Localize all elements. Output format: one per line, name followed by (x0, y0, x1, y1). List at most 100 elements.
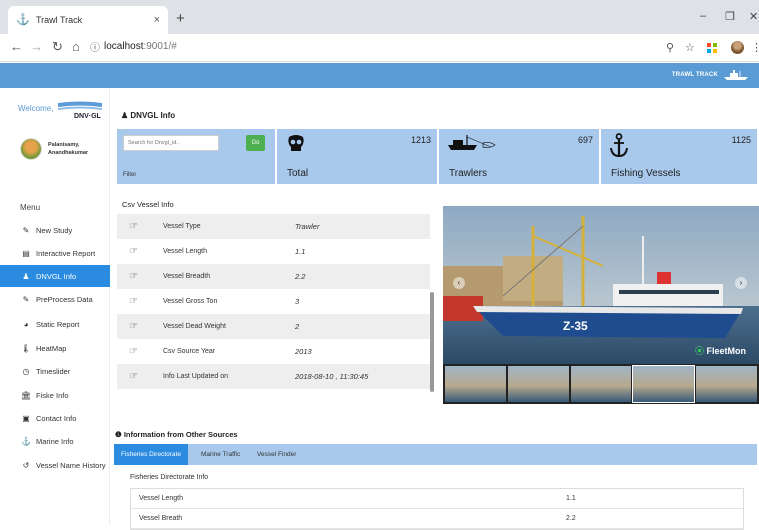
bookmark-star-icon[interactable]: ☆ (685, 41, 695, 54)
app-header: TRAWL TRACK (0, 63, 759, 88)
search-input[interactable] (123, 135, 219, 151)
stat-fishing-vessels[interactable]: 1125 Fishing Vessels (601, 129, 757, 184)
sidebar-item-marine-info[interactable]: ⚓ Marine Info (0, 430, 110, 452)
ship-favicon-icon: ⚓ (16, 14, 30, 26)
carousel-prev-button[interactable]: ‹ (453, 277, 465, 289)
url-path: :9001/# (143, 41, 177, 52)
window-close-button[interactable]: ✕ (749, 10, 758, 23)
ship-logo-icon (724, 70, 748, 80)
sidebar-item-new-study[interactable]: ✎ New Study (0, 219, 110, 241)
sidebar-item-label: Static Report (36, 319, 80, 329)
clock-icon: ◷ (22, 366, 30, 376)
fisheries-directorate-table: Vessel Length 1.1 Vessel Breath 2.2 (130, 488, 744, 530)
sidebar-item-preprocess-data[interactable]: ✎ PreProcess Data (0, 288, 110, 310)
photo-thumbnail[interactable] (696, 366, 757, 402)
info-icon[interactable]: ⓘ (90, 42, 100, 56)
vessel-info-value: 2013 (295, 347, 312, 356)
tab-marine-traffic[interactable]: Marine Traffic (194, 444, 247, 465)
home-icon[interactable]: ⌂ (72, 40, 80, 54)
stat-trawlers[interactable]: 697 Trawlers (439, 129, 599, 184)
sidebar-item-heatmap[interactable]: 🌡︎ HeatMap (0, 337, 110, 359)
sidebar-item-contact-info[interactable]: ▣ Contact Info (0, 407, 110, 429)
brand: TRAWL TRACK (672, 69, 749, 81)
history-icon: ↺ (22, 460, 30, 470)
list-item: ☞ Vessel Breadth 2.2 (117, 264, 430, 289)
vessel-info-label: Vessel Gross Ton (163, 298, 218, 305)
fleetmon-logo-icon: ⦿ (695, 346, 705, 356)
url-field[interactable]: localhost:9001/# (104, 41, 177, 52)
fleetmon-watermark: ⦿ FleetMon (695, 344, 746, 357)
page-title: ♟ DNVGL Info (121, 111, 175, 120)
contact-icon: ▣ (22, 413, 30, 423)
menu-title: Menu (20, 203, 41, 212)
photo-thumbnail[interactable] (570, 366, 632, 402)
filter-label: Filter (123, 172, 137, 178)
tab-fisheries-directorate[interactable]: Fisheries Directorate (114, 444, 188, 465)
vessel-photo: Z-35 (443, 206, 759, 364)
vessel-info-scrollbar[interactable] (430, 292, 434, 392)
forward-icon[interactable]: → (30, 40, 43, 54)
sidebar-item-label: Timeslider (36, 366, 71, 376)
sidebar-item-label: Vessel Name History (36, 460, 106, 470)
table-cell-label: Vessel Breath (139, 515, 183, 522)
sidebar: Welcome, DNV·GL Palanisamy, Anandhakumar… (0, 88, 110, 525)
sidebar-item-fiske-info[interactable]: 🏛︎ Fiske Info (0, 384, 110, 406)
stat-total[interactable]: 1213 Total (277, 129, 437, 184)
vessel-info-value: 3 (295, 297, 300, 306)
profile-avatar-icon[interactable] (731, 41, 744, 54)
vessel-info-label: Vessel Length (163, 248, 207, 255)
list-item: ☞ Vessel Dead Weight 2 (117, 314, 430, 339)
windows-extension-icon[interactable] (707, 43, 717, 53)
go-button[interactable]: Go (246, 135, 265, 151)
sidebar-item-interactive-report[interactable]: ▤ Interactive Report (0, 242, 110, 264)
back-icon[interactable]: ← (10, 40, 23, 54)
bank-icon: 🏛︎ (20, 390, 32, 400)
edit-icon: ✎ (22, 294, 30, 304)
user-icon: ♟ (22, 271, 30, 281)
other-sources-title: ❶ Information from Other Sources (115, 430, 238, 439)
sidebar-item-label: Interactive Report (36, 248, 96, 258)
anchor-icon: ⚓ (21, 436, 31, 446)
minimize-button[interactable]: – (700, 10, 706, 22)
user-name: Palanisamy, Anandhakumar (48, 141, 88, 157)
carousel-next-button[interactable]: › (735, 277, 747, 289)
vessel-info-label: Csv Source Year (163, 348, 216, 355)
browser-tab[interactable]: ⚓ Trawl Track × (8, 6, 168, 34)
table-row: Vessel Length 1.1 (131, 489, 743, 509)
menu-kebab-icon[interactable]: ⋮ (751, 41, 759, 54)
dnv-logo-text: DNV·GL (74, 113, 101, 120)
sidebar-item-static-report[interactable]: ◕ Static Report (0, 313, 110, 335)
sidebar-item-timeslider[interactable]: ◷ Timeslider (0, 360, 110, 382)
csv-vessel-info-title: Csv Vessel Info (122, 200, 174, 209)
user-avatar (20, 138, 42, 160)
sidebar-item-vessel-name-history[interactable]: ↺ Vessel Name History (0, 454, 110, 476)
maximize-button[interactable]: ❐ (725, 10, 735, 23)
total-icon (288, 135, 304, 151)
vessel-info-value: Trawler (295, 222, 320, 231)
reload-icon[interactable]: ↻ (52, 40, 63, 54)
zoom-icon[interactable]: ⚲ (666, 41, 674, 54)
address-bar: ← → ↻ ⌂ ⓘ localhost:9001/# ⚲ ☆ ⋮ (0, 34, 759, 62)
photo-thumbnail[interactable] (632, 365, 696, 403)
sidebar-item-label: Contact Info (36, 413, 77, 423)
user-icon: ♟ (121, 111, 131, 120)
vessel-info-label: Vessel Dead Weight (163, 323, 226, 330)
sidebar-item-label: Fiske Info (36, 390, 69, 400)
sidebar-item-dnvgl-info[interactable]: ♟ DNVGL Info (0, 265, 110, 287)
stat-count: 1213 (410, 135, 431, 145)
list-item: ☞ Vessel Length 1.1 (117, 239, 430, 264)
new-tab-button[interactable]: + (176, 11, 185, 26)
pointing-hand-icon: ☞ (129, 346, 138, 357)
photo-thumbnail[interactable] (507, 366, 569, 402)
list-item: ☞ Vessel Type Trawler (117, 214, 430, 239)
welcome-text: Welcome, (18, 104, 54, 113)
user-name-line2: Anandhakumar (48, 150, 89, 156)
tab-close-icon[interactable]: × (154, 14, 160, 26)
pointing-hand-icon: ☞ (129, 271, 138, 282)
photo-thumbnail[interactable] (445, 366, 506, 402)
tab-vessel-finder[interactable]: Vessel Finder (250, 444, 303, 465)
stat-count: 1125 (731, 135, 751, 145)
vessel-info-label: Vessel Breadth (163, 273, 211, 280)
table-row: Vessel Breath 2.2 (131, 509, 743, 529)
pointing-hand-icon: ☞ (129, 246, 138, 257)
